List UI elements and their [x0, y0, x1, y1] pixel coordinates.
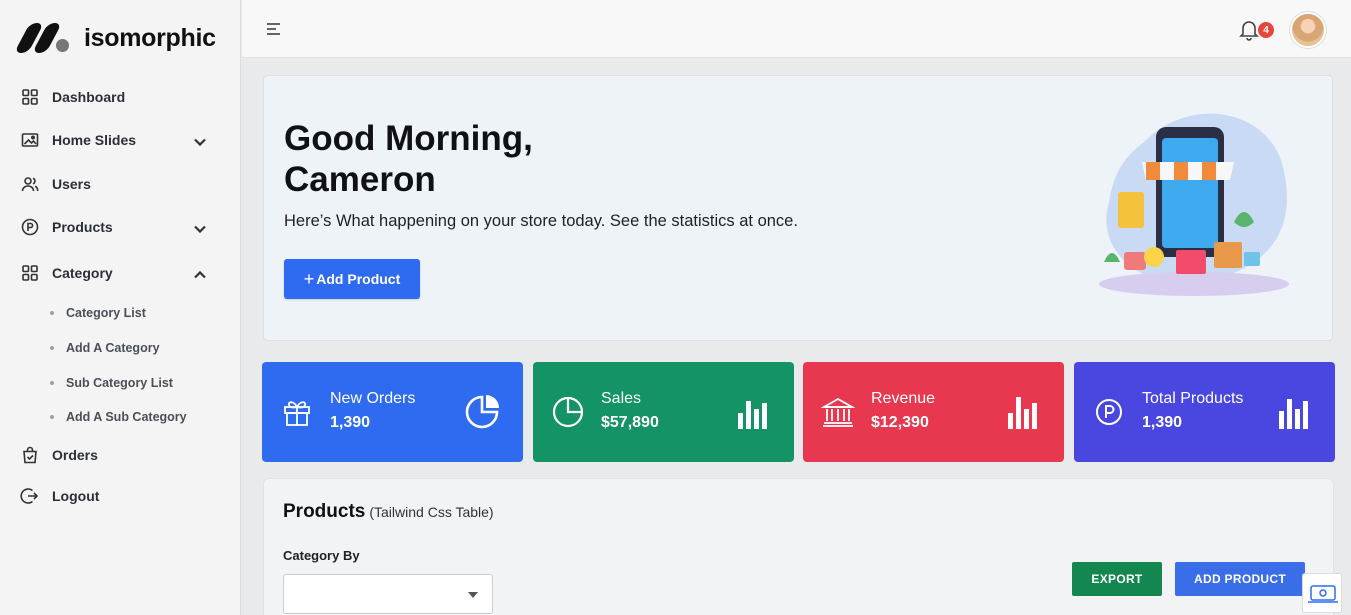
sidebar-subitem-label: Add A Category	[66, 341, 160, 355]
stat-value: $12,390	[871, 414, 929, 431]
bullet-icon	[50, 415, 54, 419]
bag-check-icon	[23, 446, 37, 464]
top-header: 4	[242, 0, 1351, 58]
stat-value: 1,390	[330, 414, 371, 431]
bar-chart-icon	[1279, 399, 1308, 429]
chevron-up-icon	[194, 270, 206, 279]
brand-name: isomorphic	[84, 23, 216, 52]
stat-label: Sales	[601, 390, 642, 407]
sidebar-item-label: Logout	[52, 488, 100, 504]
greeting-line: Good Morning,	[284, 119, 533, 158]
bank-icon	[821, 397, 855, 427]
sidebar-subitem-label: Add A Sub Category	[66, 410, 187, 424]
sidebar-item-dashboard[interactable]: Dashboard	[20, 85, 220, 109]
stat-value: $57,890	[601, 414, 659, 431]
chevron-down-icon	[194, 138, 206, 147]
notification-badge: 4	[1258, 22, 1274, 38]
sidebar-item-products[interactable]: Products	[20, 215, 220, 239]
sidebar-item-category[interactable]: Category	[20, 261, 220, 285]
products-panel-title: Products (Tailwind Css Table)	[283, 501, 494, 523]
sidebar-item-label: Home Slides	[52, 132, 137, 148]
sidebar-subitem-sub-category-list[interactable]: Sub Category List	[50, 374, 173, 392]
sidebar-item-logout[interactable]: Logout	[20, 484, 220, 508]
stat-card-new-orders[interactable]: New Orders 1,390	[262, 362, 523, 462]
page-title: Good Morning, Cameron	[284, 118, 704, 200]
sidebar-item-label: Users	[52, 176, 91, 192]
sidebar-item-label: Dashboard	[52, 89, 126, 105]
welcome-card: Good Morning, Cameron Here’s What happen…	[263, 75, 1333, 341]
stat-card-total-products[interactable]: Total Products 1,390	[1074, 362, 1335, 462]
grid-icon	[22, 265, 38, 281]
bullet-icon	[50, 346, 54, 350]
bell-icon[interactable]	[1238, 17, 1260, 41]
panel-subheading: (Tailwind Css Table)	[369, 504, 494, 520]
panel-heading: Products	[283, 501, 366, 522]
sidebar-subitem-add-category[interactable]: Add A Category	[50, 339, 160, 357]
gift-icon	[284, 401, 310, 426]
stat-label: Revenue	[871, 390, 936, 407]
bar-chart-icon	[1008, 397, 1037, 429]
stat-label: Total Products	[1142, 390, 1244, 407]
menu-icon[interactable]	[266, 22, 282, 36]
sidebar-item-home-slides[interactable]: Home Slides	[20, 128, 220, 152]
stat-label: New Orders	[330, 390, 416, 407]
users-icon	[21, 177, 39, 192]
sidebar-subitem-category-list[interactable]: Category List	[50, 304, 146, 322]
add-product-button-label: Add Product	[316, 271, 401, 287]
export-button[interactable]: EXPORT	[1072, 562, 1162, 596]
sidebar-subitem-add-sub-category[interactable]: Add A Sub Category	[50, 408, 187, 426]
chevron-down-icon	[194, 225, 206, 234]
p-circle-icon	[21, 218, 39, 236]
category-filter-label: Category By	[283, 548, 360, 563]
sidebar: isomorphic Dashboard Home Slides Users P…	[0, 0, 241, 615]
logo-mark-icon	[14, 22, 72, 54]
sidebar-item-label: Orders	[52, 447, 98, 463]
sidebar-item-label: Products	[52, 219, 113, 235]
caret-down-icon	[468, 592, 478, 598]
products-panel: Products (Tailwind Css Table) Category By…	[263, 478, 1334, 615]
sidebar-item-users[interactable]: Users	[20, 172, 220, 196]
add-product-button[interactable]: + Add Product	[284, 259, 420, 299]
image-icon	[21, 133, 39, 147]
grid-icon	[22, 89, 38, 105]
bullet-icon	[50, 311, 54, 315]
brand-logo[interactable]: isomorphic	[14, 20, 216, 56]
p-circle-icon	[1096, 399, 1122, 425]
bullet-icon	[50, 381, 54, 385]
stat-value: 1,390	[1142, 414, 1183, 431]
stat-card-revenue[interactable]: Revenue $12,390	[803, 362, 1064, 462]
sidebar-item-orders[interactable]: Orders	[20, 443, 220, 467]
stat-card-sales[interactable]: Sales $57,890	[533, 362, 794, 462]
pie-chart-icon	[465, 395, 499, 429]
logout-icon	[20, 488, 39, 504]
shopping-illustration-icon	[1099, 113, 1289, 296]
sidebar-subitem-label: Sub Category List	[66, 376, 173, 390]
screen-recorder-icon[interactable]	[1302, 573, 1342, 613]
sidebar-subitem-label: Category List	[66, 306, 146, 320]
add-product-table-button[interactable]: ADD PRODUCT	[1175, 562, 1305, 596]
avatar[interactable]	[1290, 12, 1326, 48]
pie-chart-icon	[552, 396, 584, 428]
category-select[interactable]	[283, 574, 493, 614]
user-name: Cameron	[284, 160, 436, 199]
welcome-subtitle: Here’s What happening on your store toda…	[284, 212, 798, 230]
sidebar-item-label: Category	[52, 265, 113, 281]
plus-icon: +	[303, 268, 315, 289]
bar-chart-icon	[738, 401, 767, 429]
